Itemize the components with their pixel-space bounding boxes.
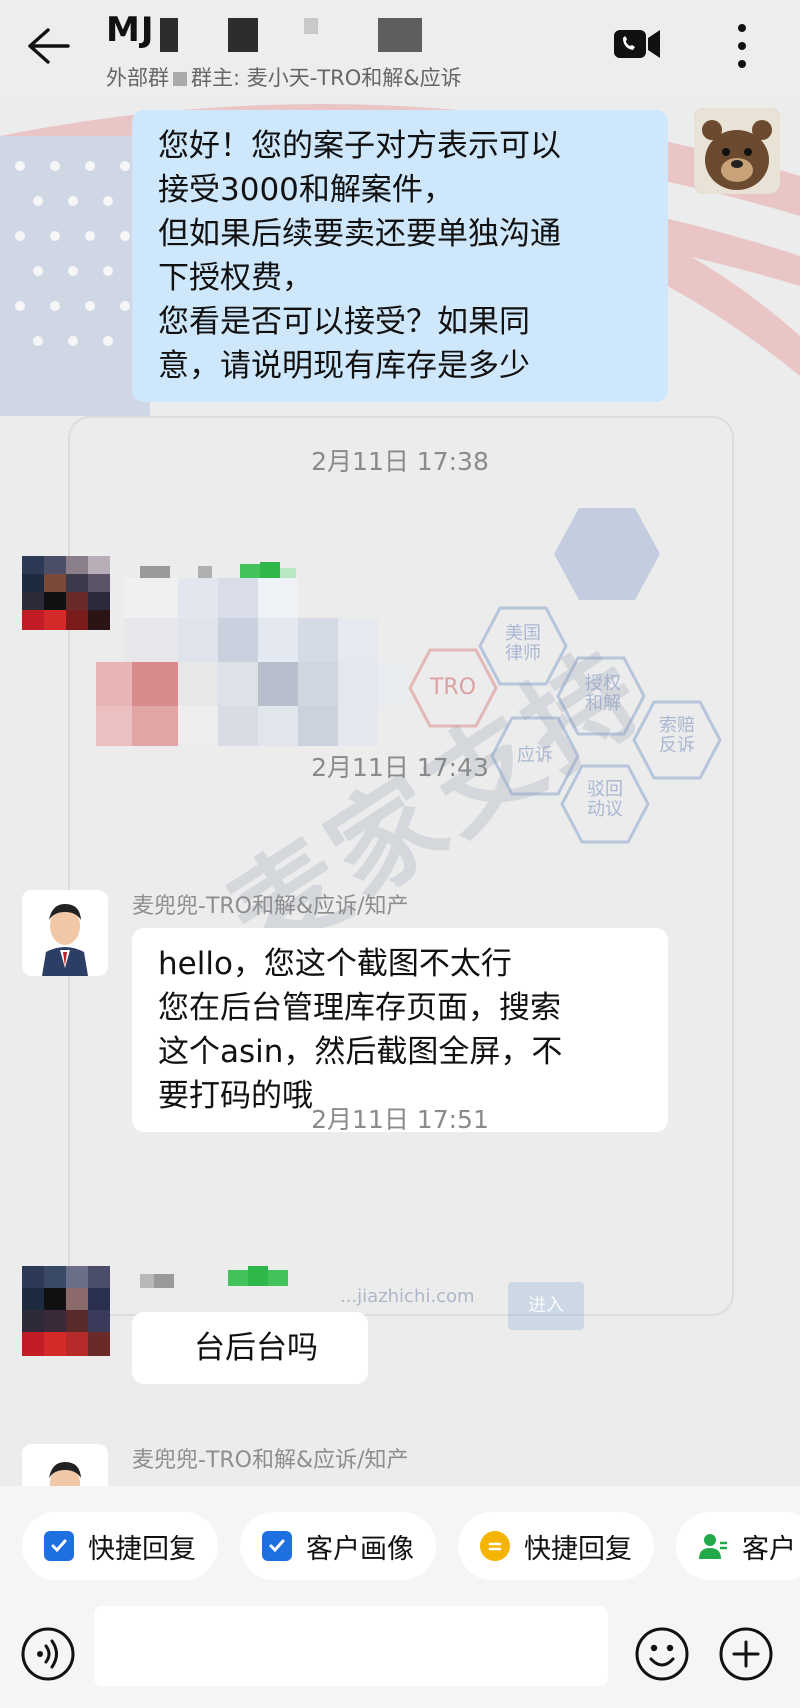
message-line: 您在后台管理库存页面，搜索	[158, 990, 561, 1026]
redacted-sender-name	[140, 1266, 310, 1294]
chip-label: 快捷回复	[524, 1533, 632, 1565]
redacted-block	[173, 72, 187, 86]
message-line: 您看是否可以接受？如果同	[158, 304, 530, 340]
message-input-bar	[0, 1606, 800, 1708]
note-icon	[480, 1531, 510, 1561]
message-bubble-outgoing[interactable]: 您好！您的案子对方表示可以 接受3000和解案件， 但如果后续要卖还要单独沟通 …	[132, 110, 668, 402]
redacted-image-message[interactable]	[96, 566, 426, 760]
my-avatar[interactable]	[694, 108, 780, 194]
customer-chip[interactable]: 客户	[676, 1512, 800, 1580]
video-call-icon[interactable]	[612, 24, 662, 64]
message-bubble-incoming[interactable]: 台后台吗	[132, 1312, 368, 1384]
message-timestamp: 2月11日 17:51	[311, 1105, 489, 1134]
group-owner-label: 群主: 麦小天-TRO和解&应诉	[191, 66, 462, 90]
message-line: 您好！您的案子对方表示可以	[158, 128, 561, 164]
agent-avatar[interactable]	[22, 1444, 108, 1486]
redacted-avatar[interactable]	[22, 1266, 110, 1356]
agent-avatar[interactable]	[22, 890, 108, 976]
message-line: hello，您这个截图不太行	[158, 946, 512, 982]
chat-title: MJ	[106, 10, 155, 50]
sender-name: 麦兜兜-TRO和解&应诉/知产	[132, 1448, 409, 1473]
redacted-block	[304, 18, 318, 34]
message-line: 接受3000和解案件，	[158, 172, 454, 208]
message-timestamp: 2月11日 17:43	[311, 753, 489, 782]
background-url: ...jiazhichi.com	[340, 1286, 475, 1307]
customer-profile-chip[interactable]: 客户画像	[240, 1512, 436, 1580]
quick-reply-chip[interactable]: 快捷回复	[458, 1512, 654, 1580]
background-enter-button: 进入	[508, 1282, 584, 1330]
message-timestamp: 2月11日 17:38	[311, 447, 489, 476]
redacted-block	[378, 18, 422, 52]
group-type-label: 外部群	[106, 66, 169, 90]
message-line: 意，请说明现有库存是多少	[158, 348, 530, 384]
redacted-block	[160, 18, 178, 52]
quick-reply-chip[interactable]: 快捷回复	[22, 1512, 218, 1580]
more-options-icon[interactable]	[728, 22, 756, 70]
emoji-icon[interactable]	[634, 1626, 690, 1682]
message-line: 台后台吗	[194, 1330, 318, 1366]
chat-message-list[interactable]: 美国律师 授权和解 应诉 驳回动议 索赔反诉 TRO 麦家支持 ...jiazh…	[0, 96, 800, 1486]
check-square-icon	[262, 1531, 292, 1561]
message-line: 但如果后续要卖还要单独沟通	[158, 216, 561, 252]
person-icon	[698, 1531, 728, 1561]
chip-label: 客户画像	[306, 1533, 414, 1565]
chip-label: 客户	[742, 1533, 796, 1565]
back-arrow-icon[interactable]	[26, 26, 70, 66]
chat-header: MJ 外部群 群主: 麦小天-TRO和解&应诉	[0, 0, 800, 96]
voice-input-icon[interactable]	[20, 1626, 76, 1682]
sender-name: 麦兜兜-TRO和解&应诉/知产	[132, 894, 409, 919]
message-line: 下授权费，	[158, 260, 313, 296]
message-line: 这个asin，然后截图全屏，不	[158, 1034, 563, 1070]
message-text-input[interactable]	[94, 1606, 608, 1686]
check-square-icon	[44, 1531, 74, 1561]
quick-action-bar: 快捷回复 客户画像 快捷回复 客户	[0, 1486, 800, 1606]
chat-subtitle: 外部群 群主: 麦小天-TRO和解&应诉	[106, 62, 462, 92]
plus-icon[interactable]	[718, 1626, 774, 1682]
redacted-block	[228, 18, 258, 52]
chip-label: 快捷回复	[88, 1533, 196, 1565]
background-hexagon	[552, 506, 662, 602]
